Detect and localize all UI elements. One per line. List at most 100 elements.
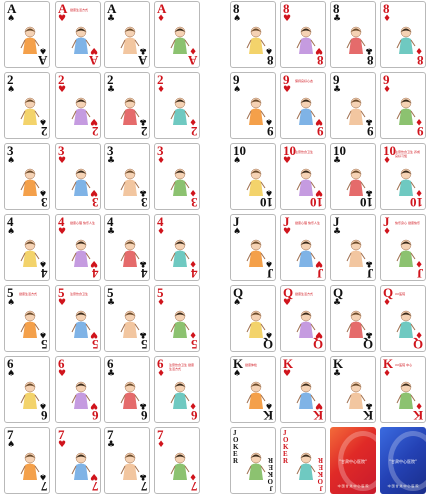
card-2-diamond: 2 ♦ 2 ♦ (154, 72, 200, 139)
diamond-icon: ♦ (157, 298, 166, 308)
card-k-diamond: K ♦ K ♦ XX医院 中心 (380, 356, 426, 423)
card-3-diamond: 3 ♦ 3 ♦ (154, 143, 200, 210)
heart-icon: ♥ (58, 156, 67, 166)
diamond-icon: ♦ (157, 369, 166, 379)
card-illustration (120, 168, 140, 196)
card-6-spade: 6 ♠ 6 ♠ (4, 356, 50, 423)
card-2-heart: 2 ♥ 2 ♥ (55, 72, 101, 139)
card-illustration (346, 26, 366, 54)
club-icon: ♣ (107, 369, 116, 379)
heart-icon: ♥ (283, 14, 292, 24)
card-caption: 注意饮食卫生 养成良好习惯 (395, 150, 420, 158)
card-caption: 健康生活方式 (19, 292, 38, 296)
heart-icon: ♥ (283, 227, 292, 237)
card-illustration (120, 310, 140, 338)
card-illustration (296, 26, 316, 54)
card-6-heart: 6 ♥ 6 ♥ (55, 356, 101, 423)
card-5-diamond: 5 ♦ 5 ♦ (154, 285, 200, 352)
card-7-heart: 7 ♥ 7 ♥ (55, 427, 101, 494)
diamond-icon: ♦ (383, 369, 392, 379)
spade-icon: ♠ (233, 85, 242, 95)
spade-icon: ♠ (7, 14, 16, 24)
card-illustration (396, 26, 416, 54)
card-caption: XX医院 中心 (395, 363, 413, 367)
card-caption: 快乐身心 健康快乐 (395, 221, 420, 225)
club-icon: ♣ (107, 156, 116, 166)
club-icon: ♣ (333, 298, 342, 308)
club-icon: ♣ (107, 298, 116, 308)
card-back-red: "甘肃中心医院" 中 国 甘 肃 中 心 医 院 (330, 427, 376, 494)
diamond-icon: ♦ (383, 298, 392, 308)
card-4-club: 4 ♣ 4 ♣ (104, 214, 150, 281)
card-illustration (246, 239, 266, 267)
card-3-heart: 3 ♥ 3 ♥ (55, 143, 101, 210)
card-j-diamond: J ♦ J ♦ 快乐身心 健康快乐 (380, 214, 426, 281)
card-illustration (120, 452, 140, 480)
card-illustration (396, 381, 416, 409)
card-illustration (20, 381, 40, 409)
heart-icon: ♥ (58, 298, 67, 308)
card-caption: 健康心理 快乐人生 (295, 221, 320, 225)
diamond-icon: ♦ (157, 227, 166, 237)
heart-icon: ♥ (58, 440, 67, 450)
card-4-diamond: 4 ♦ 4 ♦ (154, 214, 200, 281)
card-7-diamond: 7 ♦ 7 ♦ (154, 427, 200, 494)
spade-icon: ♠ (7, 298, 16, 308)
card-illustration (170, 239, 190, 267)
card-illustration (170, 26, 190, 54)
card-illustration (246, 381, 266, 409)
card-illustration (246, 168, 266, 196)
card-back-blue: "甘肃中心医院" 中 国 甘 肃 中 心 医 院 (380, 427, 426, 494)
card-illustration (20, 239, 40, 267)
card-10-club: 10 ♣ 10 ♣ (330, 143, 376, 210)
joker-label: JOKER (233, 429, 239, 465)
card-a-heart: A ♥ A ♥ 健康生活方式 (55, 1, 101, 68)
card-5-spade: 5 ♠ 5 ♠ 健康生活方式 (4, 285, 50, 352)
card-illustration (71, 452, 91, 480)
card-8-spade: 8 ♠ 8 ♠ (230, 1, 276, 68)
diamond-icon: ♦ (383, 156, 392, 166)
spade-icon: ♠ (7, 227, 16, 237)
card-j-club: J ♣ J ♣ (330, 214, 376, 281)
diamond-icon: ♦ (383, 14, 392, 24)
card-illustration (296, 452, 316, 480)
diamond-icon: ♦ (157, 440, 166, 450)
card-illustration (120, 381, 140, 409)
card-illustration (246, 452, 266, 480)
card-10-diamond: 10 ♦ 10 ♦ 注意饮食卫生 养成良好习惯 (380, 143, 426, 210)
card-illustration (296, 381, 316, 409)
heart-icon: ♥ (283, 369, 292, 379)
card-illustration (20, 26, 40, 54)
card-illustration (170, 381, 190, 409)
card-8-heart: 8 ♥ 8 ♥ (280, 1, 326, 68)
card-illustration (296, 168, 316, 196)
card-illustration (396, 239, 416, 267)
spade-icon: ♠ (233, 298, 242, 308)
card-illustration (396, 310, 416, 338)
card-caption: 保持良好心态 (295, 79, 314, 83)
card-back-title: "甘肃中心医院" (339, 459, 367, 464)
card-q-heart: Q ♥ Q ♥ 健康生活方式 (280, 285, 326, 352)
card-illustration (170, 97, 190, 125)
heart-icon: ♥ (283, 298, 292, 308)
card-illustration (246, 310, 266, 338)
card-caption: XX医院 (395, 292, 406, 296)
card-illustration (20, 452, 40, 480)
card-illustration (346, 239, 366, 267)
card-k-club: K ♣ K ♣ (330, 356, 376, 423)
card-5-heart: 5 ♥ 5 ♥ 注意饮食卫生 (55, 285, 101, 352)
card-illustration (170, 310, 190, 338)
card-illustration (246, 26, 266, 54)
card-illustration (296, 97, 316, 125)
spade-icon: ♠ (7, 369, 16, 379)
card-caption: 注意饮食卫生 健康生活方式 (169, 363, 194, 371)
club-icon: ♣ (333, 85, 342, 95)
card-caption: 健康心理 快乐人生 (70, 221, 95, 225)
card-joker-black: JOKER JOKER (230, 427, 276, 494)
card-illustration (20, 310, 40, 338)
card-3-club: 3 ♣ 3 ♣ (104, 143, 150, 210)
heart-icon: ♥ (58, 369, 67, 379)
card-k-spade: K ♠ K ♠ 健康体检 (230, 356, 276, 423)
card-illustration (71, 381, 91, 409)
card-caption: 健康生活方式 (70, 8, 89, 12)
